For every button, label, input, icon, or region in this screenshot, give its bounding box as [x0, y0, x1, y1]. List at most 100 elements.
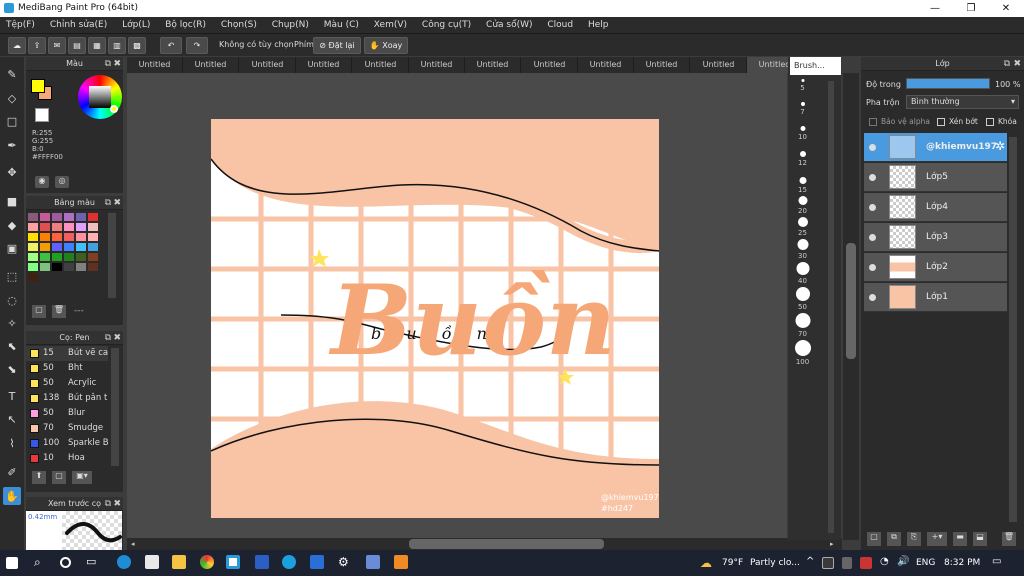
menu-view[interactable]: Xem(V) [368, 17, 413, 33]
layer-item-lop1[interactable]: Lớp1 [864, 283, 1007, 312]
palette-swatch[interactable] [64, 223, 74, 231]
wifi-icon[interactable]: ◔ [880, 556, 889, 567]
weather-temp[interactable]: 79°F [722, 558, 743, 568]
cloud-icon[interactable]: ☁ [8, 37, 26, 54]
store-icon[interactable] [145, 555, 159, 569]
clip-checkbox[interactable] [937, 118, 945, 126]
palette-scrollbar[interactable] [108, 213, 116, 298]
vertical-scroll-thumb[interactable] [846, 243, 856, 359]
popout-icon[interactable]: ⧉ [1004, 57, 1010, 71]
palette-swatch[interactable] [52, 243, 62, 251]
protect-alpha-checkbox[interactable] [869, 118, 877, 126]
palette-swatch[interactable] [40, 233, 50, 241]
blend-select[interactable]: Bình thường ▾ [906, 95, 1019, 109]
close-icon[interactable]: ✖ [113, 497, 121, 511]
menu-help[interactable]: Help [582, 17, 615, 33]
palette-swatch[interactable] [40, 243, 50, 251]
brush-tool-icon[interactable]: ✎ [3, 65, 21, 83]
horizontal-scroll-thumb[interactable] [409, 539, 604, 549]
palette-swatch[interactable] [76, 243, 86, 251]
pen-tool-icon[interactable]: ✒ [3, 136, 21, 154]
notification-icon[interactable]: ▭ [992, 556, 1001, 567]
lasso-tool-icon[interactable]: ◌ [3, 291, 21, 309]
palette-swatch[interactable] [64, 233, 74, 241]
select-pen-icon[interactable]: ⬉ [3, 337, 21, 355]
hand-tool-icon[interactable]: ✋ [3, 487, 21, 505]
menu-capture[interactable]: Chụp(N) [266, 17, 315, 33]
menu-window[interactable]: Cửa sổ(W) [480, 17, 538, 33]
close-icon[interactable]: ✖ [113, 57, 121, 71]
tab-untitled[interactable]: Untitled [522, 57, 578, 73]
file-explorer-icon[interactable] [172, 555, 186, 569]
palette-swatch[interactable] [64, 213, 74, 221]
palette-icon[interactable]: ◉ [35, 176, 49, 188]
menu-file[interactable]: Tệp(F) [0, 17, 41, 33]
palette-swatch[interactable] [28, 273, 38, 281]
menu-color[interactable]: Màu (C) [318, 17, 365, 33]
new-layer-icon[interactable]: ▢ [867, 532, 881, 546]
close-icon[interactable]: ✖ [113, 196, 121, 210]
eraser-tool-icon[interactable]: ◇ [3, 89, 21, 107]
tiles-icon[interactable]: ▩ [128, 37, 146, 54]
operation-tool-icon[interactable]: ↖ [3, 410, 21, 428]
brush-list-item[interactable]: 10 Hoa [26, 451, 108, 466]
layer-item-lop5[interactable]: Lớp5 [864, 163, 1007, 192]
transparent-swatch[interactable] [35, 108, 49, 122]
palette-swatch[interactable] [28, 223, 38, 231]
scroll-right-icon[interactable]: ▸ [830, 540, 834, 548]
merge-layer-icon[interactable]: ⬓ [973, 532, 987, 546]
palette-swatch[interactable] [28, 243, 38, 251]
palette-swatch[interactable] [28, 233, 38, 241]
palette-swatch[interactable] [76, 263, 86, 271]
visibility-icon[interactable] [869, 204, 876, 211]
palette-swatch[interactable] [88, 223, 98, 231]
fill-rect-tool-icon[interactable]: ■ [3, 192, 21, 210]
weather-icon[interactable]: ☁ [700, 556, 712, 570]
palette-swatch[interactable] [64, 253, 74, 261]
close-button[interactable]: ✕ [988, 0, 1024, 17]
select-eraser-icon[interactable]: ⬊ [3, 360, 21, 378]
duplicate-layer-icon[interactable]: ⧉ [887, 532, 901, 546]
layer-item-lop2[interactable]: Lớp2 [864, 253, 1007, 282]
popout-icon[interactable]: ⧉ [105, 196, 111, 210]
maximize-button[interactable]: ❐ [953, 0, 989, 17]
hue-handle[interactable] [110, 105, 118, 113]
menu-tools[interactable]: Công cụ(T) [416, 17, 477, 33]
menu-select[interactable]: Chọn(S) [215, 17, 263, 33]
delete-layer-icon[interactable]: 🗑 [1002, 532, 1016, 546]
gradient-tool-icon[interactable]: ▣ [3, 239, 21, 257]
tab-untitled[interactable]: Untitled [127, 57, 183, 73]
artwork[interactable]: Buồn b u ồ n @khiemvu197 #hd247 [211, 119, 659, 518]
palette-swatch[interactable] [88, 253, 98, 261]
copy-layer-icon[interactable]: ⎘ [907, 532, 921, 546]
palette-swatch[interactable] [88, 263, 98, 271]
brush-size-dot[interactable] [795, 313, 811, 328]
palette-swatch[interactable] [76, 223, 86, 231]
menu-filter[interactable]: Bộ lọc(R) [159, 17, 212, 33]
medibang-icon[interactable] [226, 555, 240, 569]
palette-swatch[interactable] [28, 213, 38, 221]
palette-swatch[interactable] [28, 253, 38, 261]
app-orange-icon[interactable] [394, 555, 408, 569]
palette-swatch[interactable] [52, 233, 62, 241]
antivirus-icon[interactable] [860, 557, 872, 569]
visibility-icon[interactable] [869, 264, 876, 271]
palette-swatch[interactable] [64, 263, 74, 271]
new-page-icon[interactable]: ▢ [32, 305, 46, 318]
weather-desc[interactable]: Partly clo... [750, 558, 800, 568]
tab-untitled[interactable]: Untitled [353, 57, 409, 73]
brush-size-dot[interactable] [798, 196, 808, 205]
tab-untitled[interactable]: Untitled [578, 57, 634, 73]
palette-add-icon[interactable]: ◎ [55, 176, 69, 188]
tab-untitled[interactable]: Untitled [465, 57, 521, 73]
tray-app-icon[interactable] [822, 557, 834, 569]
brush-list-item[interactable]: 138 Bút pân t [26, 391, 108, 406]
cortana-icon[interactable] [60, 557, 71, 568]
comment-icon[interactable]: ✉ [48, 37, 66, 54]
camera-icon[interactable] [366, 555, 380, 569]
zoom-icon[interactable] [310, 555, 324, 569]
visibility-icon[interactable] [869, 144, 876, 151]
move-tool-icon[interactable]: ✥ [3, 163, 21, 181]
language-indicator[interactable]: ENG [916, 558, 935, 568]
folder-icon[interactable]: ▬ [953, 532, 967, 546]
